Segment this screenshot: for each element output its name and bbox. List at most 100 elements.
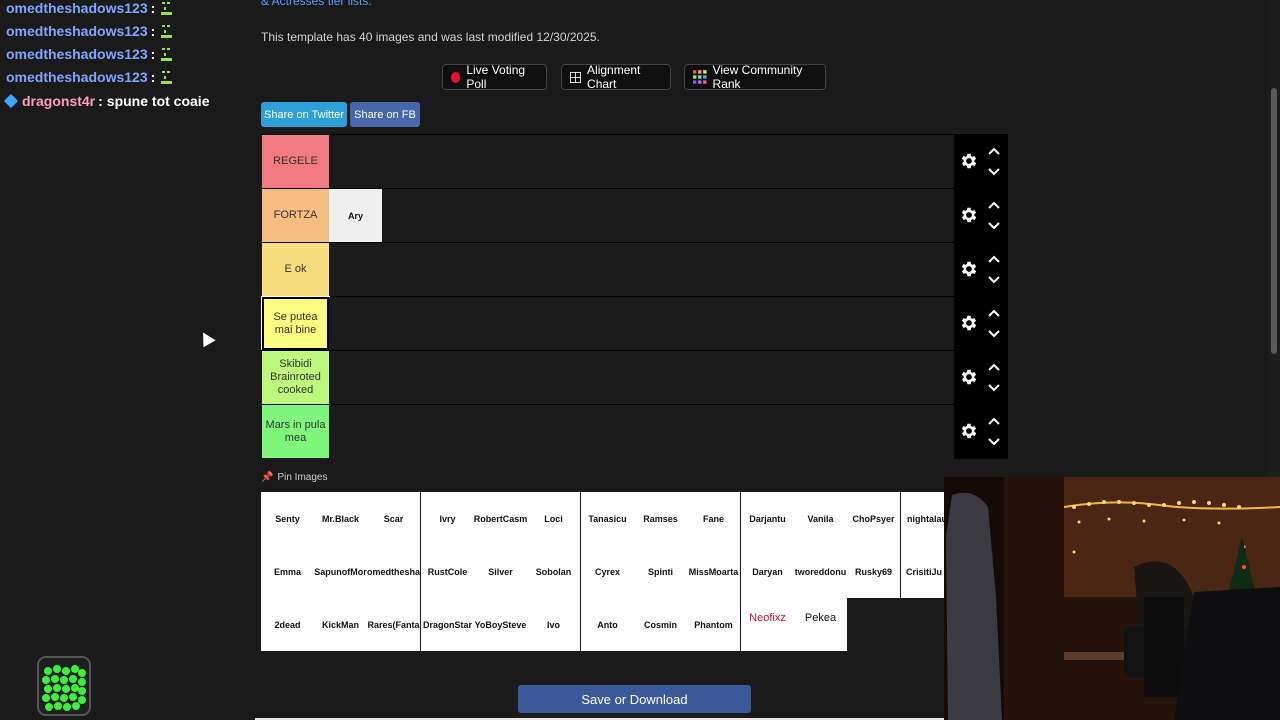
chat-line: omedtheshadows123 : <box>6 69 174 85</box>
pin-images-toggle[interactable]: 📌 Pin Images <box>261 472 327 483</box>
gear-icon[interactable] <box>959 205 979 225</box>
tier-list: REGELE FORTZA Ary E ok Se putea mai bine <box>261 134 1008 459</box>
pool-image-card[interactable]: Darjantu <box>741 492 794 545</box>
chevron-up-icon[interactable] <box>988 309 1000 317</box>
chat-line: dragonst4r : spune tot coaie <box>3 93 209 109</box>
pool-image-card[interactable]: Fane <box>687 492 740 545</box>
chevron-up-icon[interactable] <box>988 201 1000 209</box>
chat-line: omedtheshadows123 : <box>6 0 174 16</box>
pool-image-card[interactable]: Scar <box>367 492 420 545</box>
emote-icon <box>160 0 174 16</box>
pool-image-card[interactable]: Ivry <box>421 492 474 545</box>
pool-image-card[interactable]: KickMan <box>314 598 367 651</box>
emote-icon <box>160 46 174 62</box>
pool-image-card[interactable]: DragonStar <box>421 598 474 651</box>
alignment-chart-button[interactable]: Alignment Chart <box>561 63 671 91</box>
chevron-down-icon[interactable] <box>988 438 1000 446</box>
tier-drop-zone[interactable]: Ary <box>329 189 953 242</box>
tier-label[interactable]: REGELE <box>262 135 329 188</box>
chevron-down-icon[interactable] <box>988 330 1000 338</box>
share-fb-button[interactable]: Share on FB <box>350 102 420 127</box>
pool-image-card[interactable]: Rares(Fanta <box>367 598 420 651</box>
pool-image-card[interactable]: 2dead <box>261 598 314 651</box>
tier-label[interactable]: Mars in pula mea <box>262 405 329 458</box>
tier-item-card[interactable]: Ary <box>329 189 382 242</box>
gear-icon[interactable] <box>959 367 979 387</box>
pool-image-card[interactable]: Anto <box>581 598 634 651</box>
pool-image-card[interactable]: Tanasicu <box>581 492 634 545</box>
pool-image-card[interactable]: ChoPsyer <box>847 492 900 545</box>
chevron-down-icon[interactable] <box>988 168 1000 176</box>
chevron-up-icon[interactable] <box>988 417 1000 425</box>
chevron-down-icon[interactable] <box>988 384 1000 392</box>
pool-image-card[interactable]: tworeddonu <box>794 545 847 598</box>
emote-icon <box>160 69 174 85</box>
pool-image-card[interactable]: Neofixz <box>741 598 794 651</box>
webcam-overlay <box>944 477 1280 720</box>
record-dot-icon <box>451 71 461 83</box>
tier-drop-zone[interactable] <box>329 405 953 458</box>
gear-icon[interactable] <box>959 259 979 279</box>
view-community-rank-button[interactable]: View Community Rank <box>684 63 826 91</box>
tier-row: Mars in pula mea <box>261 404 1008 459</box>
pool-image-card[interactable]: Spinti <box>634 545 687 598</box>
tier-label-editing[interactable]: Se putea mai bine <box>261 296 330 351</box>
tier-controls <box>954 351 1008 405</box>
gear-icon[interactable] <box>959 421 979 441</box>
tier-row: E ok <box>261 242 1008 297</box>
tier-drop-zone[interactable] <box>329 135 953 188</box>
pool-image-card[interactable]: Cyrex <box>581 545 634 598</box>
pool-image-card[interactable]: MissMoarta <box>687 545 740 598</box>
tier-lists-link[interactable]: & Actresses tier lists. <box>261 0 372 8</box>
tier-row: REGELE <box>261 134 1008 189</box>
chat-line: omedtheshadows123 : <box>6 46 174 62</box>
pool-image-card[interactable]: Senty <box>261 492 314 545</box>
tier-row: Skibidi Brainroted cooked <box>261 350 1008 405</box>
pool-image-card[interactable]: Cosmin <box>634 598 687 651</box>
pool-image-card[interactable]: Phantom <box>687 598 740 651</box>
tier-controls <box>954 189 1008 243</box>
pool-image-card[interactable]: Ivo <box>527 598 580 651</box>
chat-overlay: omedtheshadows123 : omedtheshadows123 : … <box>0 0 250 720</box>
tier-drop-zone[interactable] <box>329 243 953 296</box>
chevron-up-icon[interactable] <box>988 363 1000 371</box>
pool-image-card[interactable]: CrisitiJu <box>901 545 944 598</box>
pool-image-card[interactable]: Daryan <box>741 545 794 598</box>
gear-icon[interactable] <box>959 151 979 171</box>
tier-label[interactable]: Skibidi Brainroted cooked <box>262 351 329 404</box>
pool-image-card[interactable]: Sobolan <box>527 545 580 598</box>
pool-image-card[interactable]: Silver <box>474 545 527 598</box>
tier-label[interactable]: FORTZA <box>262 189 329 242</box>
tier-drop-zone[interactable] <box>329 297 953 350</box>
pool-image-card[interactable]: Ramses <box>634 492 687 545</box>
pool-image-card[interactable]: YoBoySteve <box>474 598 527 651</box>
chat-line: omedtheshadows123 : <box>6 23 174 39</box>
pool-image-card[interactable]: RustCole <box>421 545 474 598</box>
chevron-up-icon[interactable] <box>988 255 1000 263</box>
live-voting-poll-button[interactable]: Live Voting Poll <box>442 63 547 91</box>
gear-icon[interactable] <box>959 313 979 333</box>
template-info: This template has 40 images and was last… <box>261 30 600 44</box>
pool-image-card[interactable]: Vanila <box>794 492 847 545</box>
pool-image-card[interactable]: Emma <box>261 545 314 598</box>
pool-image-card[interactable]: Loci <box>527 492 580 545</box>
pool-image-card[interactable]: nightalau <box>901 492 944 545</box>
pool-image-card[interactable]: Mr.Black <box>314 492 367 545</box>
pool-image-card[interactable]: omedthesha <box>367 545 420 598</box>
tier-label[interactable]: E ok <box>262 243 329 296</box>
cube-badge-icon <box>3 93 19 109</box>
pool-image-card[interactable]: Rusky69 <box>847 545 900 598</box>
tier-drop-zone[interactable] <box>329 351 953 404</box>
save-or-download-button[interactable]: Save or Download <box>518 685 751 713</box>
pool-image-card[interactable]: Pekea <box>794 598 847 651</box>
emote-icon <box>160 23 174 39</box>
chevron-down-icon[interactable] <box>988 276 1000 284</box>
share-twitter-button[interactable]: Share on Twitter <box>261 102 347 127</box>
pool-image-card[interactable]: RobertCasm <box>474 492 527 545</box>
pool-image-card[interactable]: SapunofMor <box>314 545 367 598</box>
tier-controls <box>954 405 1008 459</box>
chat-username: dragonst4r <box>22 93 96 109</box>
chevron-up-icon[interactable] <box>988 147 1000 155</box>
chevron-down-icon[interactable] <box>988 222 1000 230</box>
scrollbar-thumb[interactable] <box>1271 88 1277 354</box>
